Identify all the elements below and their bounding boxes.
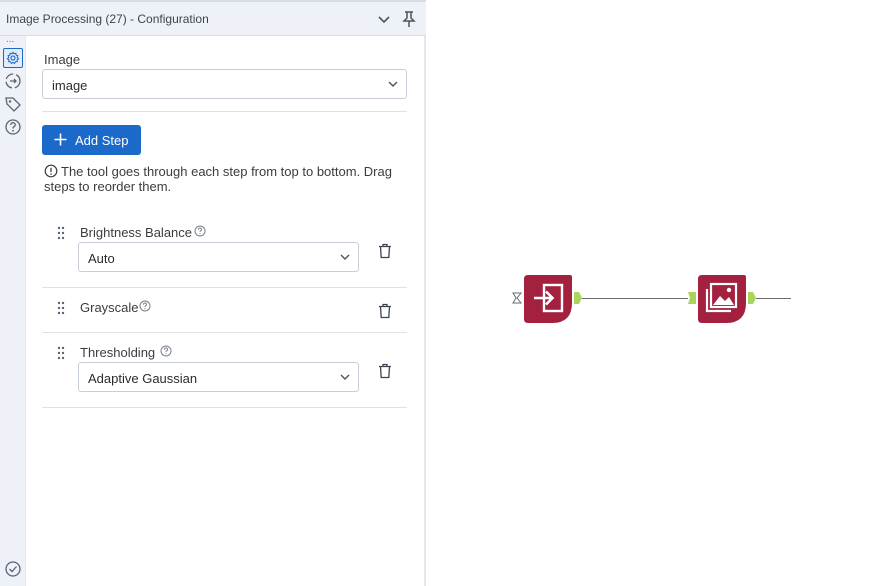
- check-circle-icon[interactable]: [4, 560, 22, 578]
- drag-handle-icon[interactable]: [56, 301, 66, 315]
- info-text: The tool goes through each step from top…: [44, 164, 392, 194]
- add-step-label: Add Step: [75, 133, 129, 148]
- tag-icon[interactable]: [4, 95, 22, 113]
- help-icon[interactable]: [194, 225, 206, 237]
- output-anchor[interactable]: [748, 292, 756, 304]
- help-icon[interactable]: [139, 300, 151, 312]
- brightness-balance-select[interactable]: Auto: [78, 242, 359, 272]
- divider: [42, 407, 407, 408]
- drag-handle-icon[interactable]: [56, 226, 66, 240]
- pin-icon[interactable]: [400, 10, 418, 28]
- configuration-panel: Image Processing (27) - Configuration ..…: [0, 0, 426, 586]
- help-icon[interactable]: [160, 345, 172, 357]
- input-anchor[interactable]: [512, 292, 522, 304]
- output-anchor[interactable]: [574, 292, 582, 304]
- divider: [42, 287, 407, 288]
- plus-icon: [54, 133, 67, 146]
- divider: [42, 111, 407, 112]
- trash-icon[interactable]: [378, 363, 392, 379]
- connection-icon[interactable]: [4, 72, 22, 90]
- divider: [42, 332, 407, 333]
- config-sidebar: ...: [0, 34, 26, 586]
- input-data-tool[interactable]: [524, 275, 572, 323]
- image-processing-tool[interactable]: [698, 275, 746, 323]
- select-value: Adaptive Gaussian: [88, 371, 198, 386]
- trash-icon[interactable]: [378, 243, 392, 259]
- trash-icon[interactable]: [378, 303, 392, 319]
- drag-handle-icon[interactable]: [56, 346, 66, 360]
- step-name: Grayscale: [80, 300, 139, 315]
- image-select-value: image: [52, 78, 88, 93]
- select-value: Auto: [88, 251, 115, 266]
- settings-tab[interactable]: [3, 48, 23, 68]
- connection-line[interactable]: [756, 298, 791, 299]
- help-icon[interactable]: [4, 118, 22, 136]
- workflow-canvas[interactable]: [428, 0, 891, 586]
- more-dots[interactable]: ...: [6, 34, 14, 45]
- gear-icon: [6, 51, 20, 65]
- panel-title: Image Processing (27) - Configuration: [6, 12, 209, 26]
- input-anchor[interactable]: [688, 292, 696, 304]
- image-select[interactable]: image: [42, 69, 407, 99]
- chevron-down-icon: [340, 374, 350, 380]
- chevron-down-icon: [340, 254, 350, 260]
- thresholding-select[interactable]: Adaptive Gaussian: [78, 362, 359, 392]
- add-step-button[interactable]: Add Step: [42, 125, 141, 155]
- panel-titlebar: Image Processing (27) - Configuration: [0, 0, 426, 36]
- step-name: Thresholding: [80, 345, 156, 360]
- chevron-down-icon: [388, 81, 398, 87]
- connection-line[interactable]: [582, 298, 688, 299]
- step-name: Brightness Balance: [80, 225, 193, 240]
- image-label: Image: [44, 52, 81, 67]
- collapse-chevron-icon[interactable]: [376, 11, 392, 27]
- config-content: Image image Add Step The tool goes throu…: [26, 36, 424, 586]
